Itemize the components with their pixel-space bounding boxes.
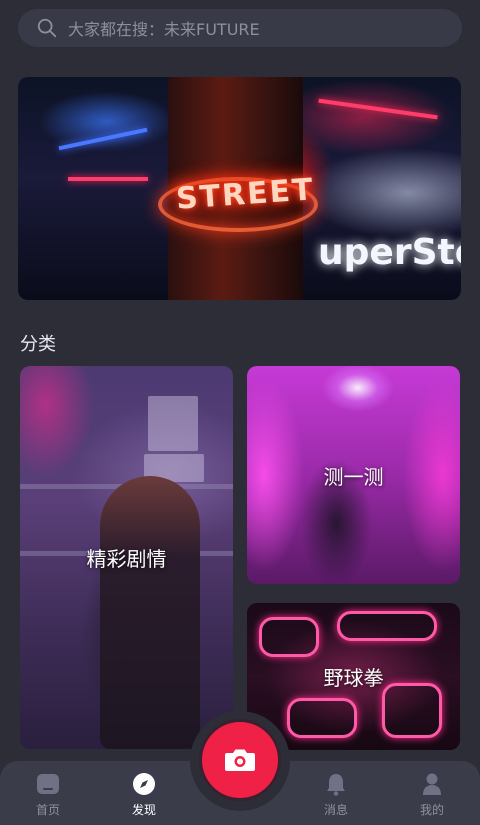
category-label: 精彩剧情: [86, 547, 167, 571]
search-bar[interactable]: 大家都在搜：未来FUTURE: [18, 9, 462, 47]
neon-shape: [287, 698, 357, 738]
card-device: [148, 396, 198, 451]
category-label: 测一测: [323, 464, 384, 489]
category-card-quiz[interactable]: 测一测: [247, 366, 460, 584]
tab-label: 消息: [323, 803, 348, 817]
compass-icon: [133, 773, 155, 795]
tab-label: 首页: [35, 803, 60, 817]
category-card-drama[interactable]: 精彩剧情: [20, 366, 233, 749]
neon-shape: [382, 683, 442, 738]
neon-beam: [318, 98, 438, 120]
neon-shape: [259, 617, 319, 657]
neon-beam: [58, 127, 148, 151]
card-figure: [100, 476, 200, 749]
category-card-game[interactable]: 野球拳: [247, 603, 460, 750]
tab-me[interactable]: 我的: [392, 761, 472, 825]
category-label: 野球拳: [323, 666, 384, 690]
banner-sign-text: uperSter: [318, 232, 461, 273]
camera-icon: [225, 749, 255, 771]
tab-home[interactable]: 首页: [8, 761, 88, 825]
user-icon: [423, 773, 441, 795]
search-placeholder: 大家都在搜：未来FUTURE: [68, 20, 260, 39]
camera-button[interactable]: [202, 722, 278, 798]
section-title: 分类: [20, 334, 56, 355]
tab-messages[interactable]: 消息: [296, 761, 376, 825]
tab-label: 发现: [131, 803, 156, 817]
bell-icon: [327, 774, 345, 796]
neon-shape: [337, 611, 437, 641]
search-icon: [37, 18, 57, 38]
neon-beam: [68, 177, 148, 181]
tab-label: 我的: [419, 803, 444, 817]
home-icon: [37, 774, 59, 794]
hero-banner[interactable]: STREET uperSter: [18, 77, 461, 300]
tab-discover[interactable]: 发现: [104, 761, 184, 825]
